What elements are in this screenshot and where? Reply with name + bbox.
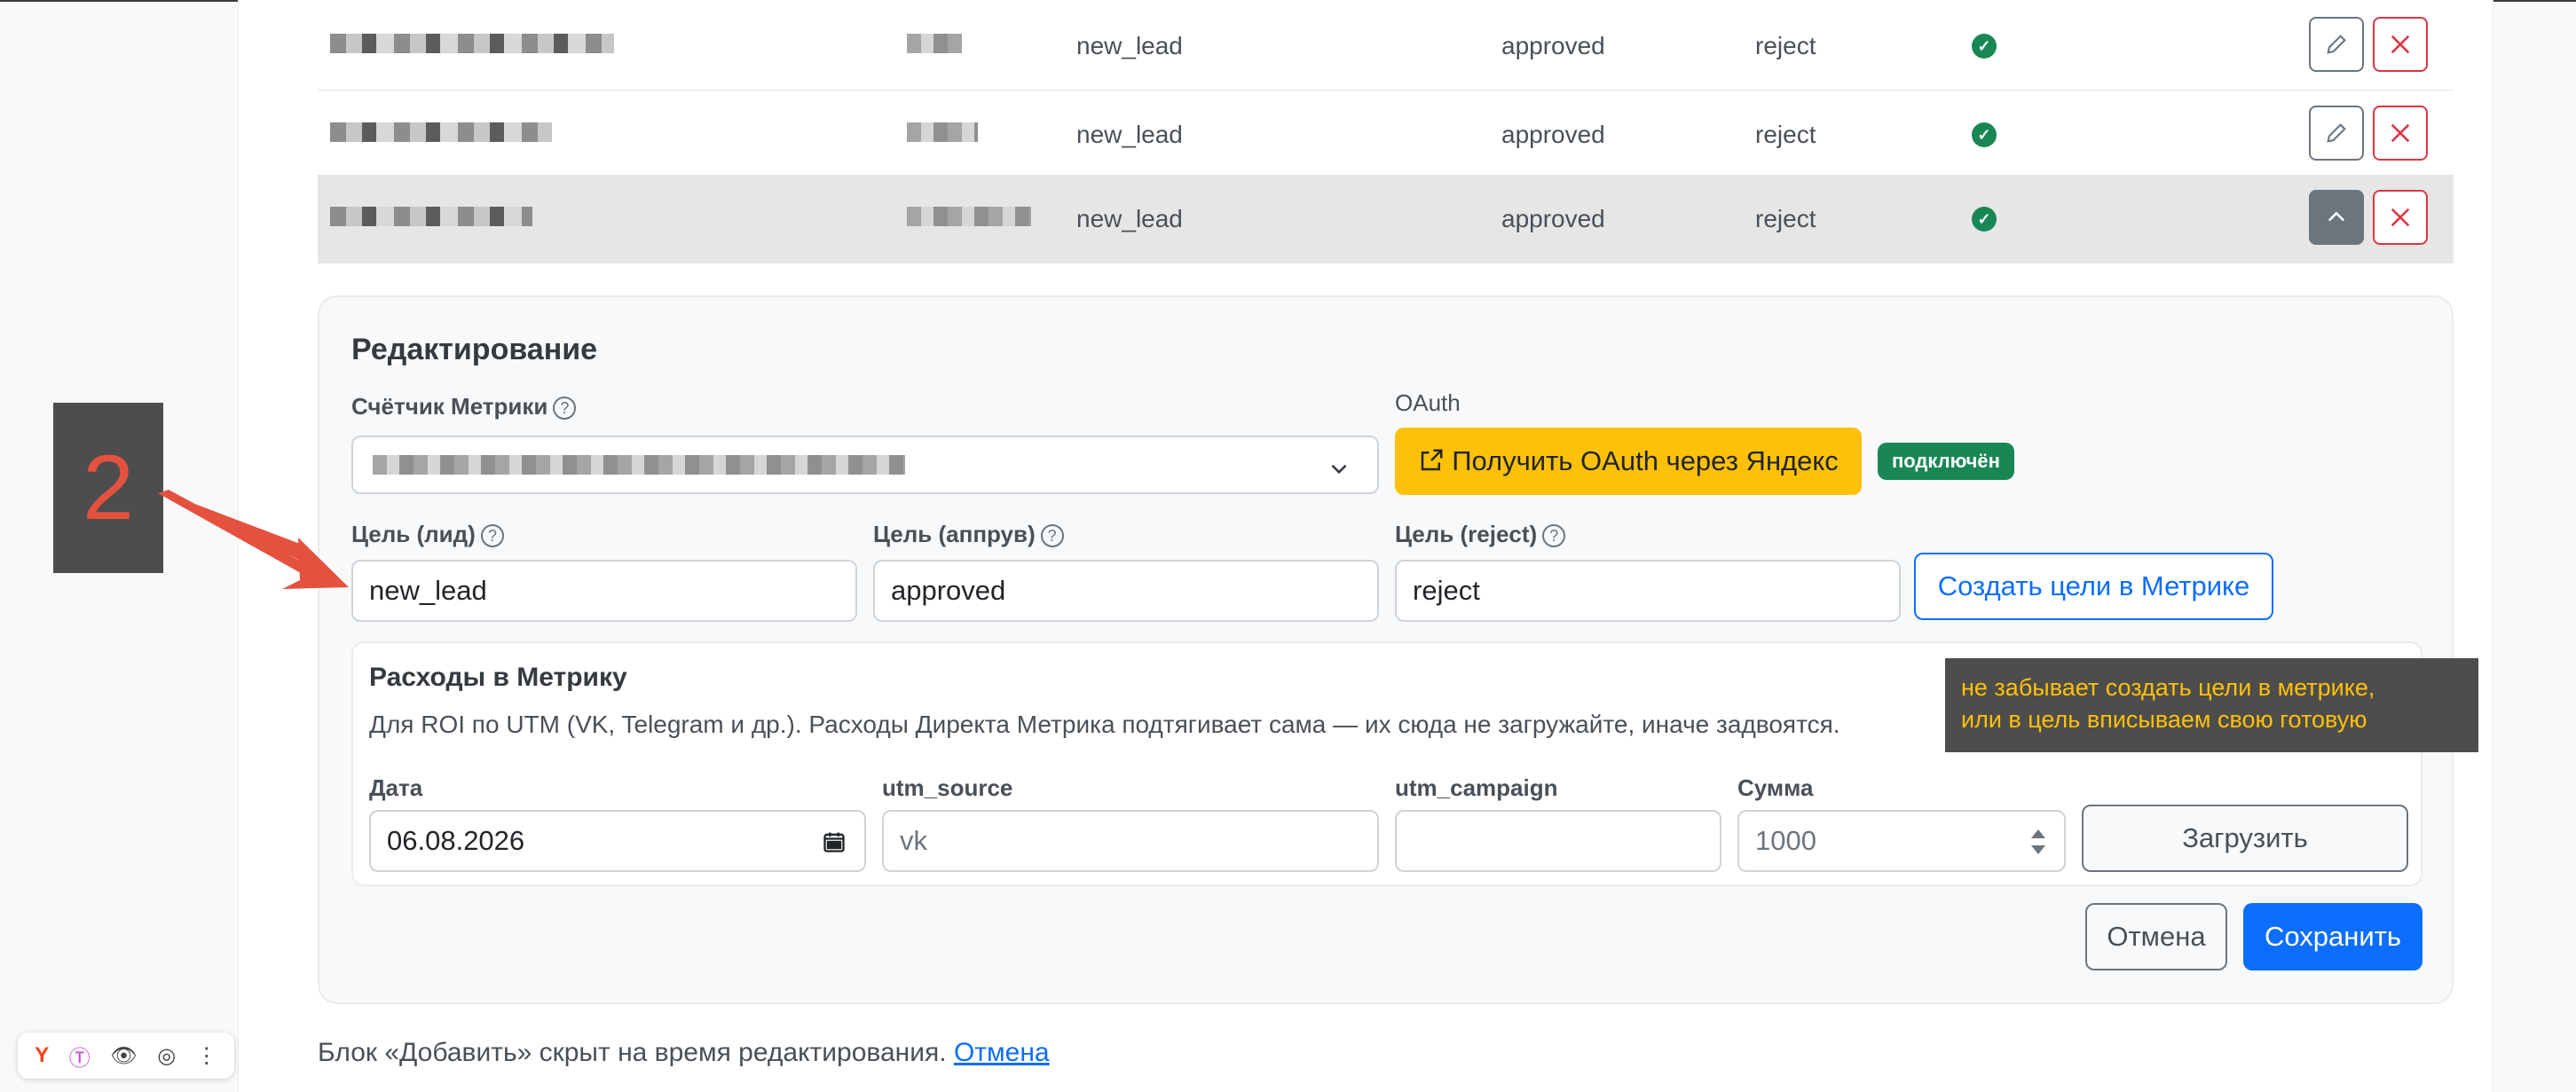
annotation-note-line: или в цель вписываем свою готовую	[1961, 706, 2367, 733]
eye-icon[interactable]: 👁	[110, 1043, 137, 1069]
extension-toolbar: Y Ⓣ 👁 ◎ ⋮	[18, 1033, 234, 1079]
more-icon[interactable]: ⋮	[196, 1043, 217, 1069]
translate-icon[interactable]: Ⓣ	[69, 1041, 91, 1072]
annotation-note-line: не забывает создать цели в метрике,	[1961, 674, 2375, 701]
annotation-arrow-icon	[158, 490, 349, 589]
yandex-icon[interactable]: Y	[35, 1043, 49, 1068]
annotation-note: не забывает создать цели в метрике, или …	[1945, 658, 2478, 752]
screenshot-icon[interactable]: ◎	[157, 1043, 176, 1069]
